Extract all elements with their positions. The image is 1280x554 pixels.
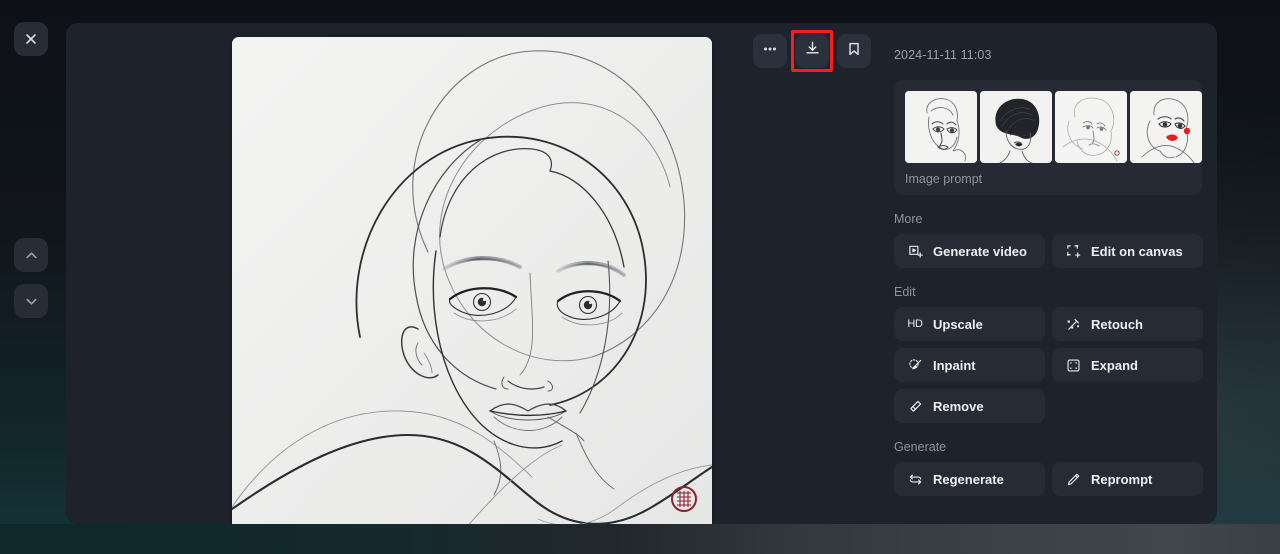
canvas-transform-icon xyxy=(1065,243,1081,259)
app-window: 2024-11-11 11:03 Image prompt More Gener… xyxy=(0,0,1280,554)
generate-action-grid: Regenerate Reprompt xyxy=(894,462,1203,496)
prompt-card-caption: Image prompt xyxy=(905,172,983,186)
prompt-thumbnail-1[interactable] xyxy=(905,91,977,163)
inpaint-label: Inpaint xyxy=(933,357,976,373)
retouch-label: Retouch xyxy=(1091,316,1143,332)
remove-label: Remove xyxy=(933,398,984,414)
generate-video-button[interactable]: Generate video xyxy=(894,234,1045,268)
section-label-edit: Edit xyxy=(894,285,916,299)
image-timestamp: 2024-11-11 11:03 xyxy=(894,48,992,62)
expand-frame-icon xyxy=(1065,357,1081,373)
magic-wand-icon xyxy=(1065,316,1081,332)
download-icon xyxy=(804,40,821,62)
image-viewer-panel: 2024-11-11 11:03 Image prompt More Gener… xyxy=(66,23,1217,524)
close-icon xyxy=(24,32,38,46)
bookmark-button[interactable] xyxy=(837,34,871,68)
reprompt-button[interactable]: Reprompt xyxy=(1052,462,1203,496)
more-action-grid: Generate video Edit on canvas xyxy=(894,234,1203,268)
remove-button[interactable]: Remove xyxy=(894,389,1045,423)
expand-label: Expand xyxy=(1091,357,1138,373)
hd-icon: HD xyxy=(907,318,923,330)
ambient-bottom-strip xyxy=(0,524,1280,554)
retouch-button[interactable]: Retouch xyxy=(1052,307,1203,341)
video-frame-icon xyxy=(907,243,923,259)
ellipsis-icon xyxy=(762,41,778,62)
expand-button[interactable]: Expand xyxy=(1052,348,1203,382)
inpaint-button[interactable]: Inpaint xyxy=(894,348,1045,382)
main-artwork[interactable] xyxy=(232,37,712,524)
next-image-button[interactable] xyxy=(14,284,48,318)
reprompt-label: Reprompt xyxy=(1091,471,1153,487)
refresh-arrows-icon xyxy=(907,471,923,487)
upscale-button[interactable]: HD Upscale xyxy=(894,307,1045,341)
close-viewer-button[interactable] xyxy=(14,22,48,56)
regenerate-label: Regenerate xyxy=(933,471,1004,487)
details-sidebar: 2024-11-11 11:03 Image prompt More Gener… xyxy=(894,23,1217,524)
edit-action-grid: HD Upscale Retouch Inpaint Expand Remove xyxy=(894,307,1203,423)
prompt-thumbnail-row xyxy=(905,91,1202,163)
previous-image-button[interactable] xyxy=(14,238,48,272)
pencil-icon xyxy=(1065,471,1081,487)
edit-on-canvas-label: Edit on canvas xyxy=(1091,243,1183,259)
edit-on-canvas-button[interactable]: Edit on canvas xyxy=(1052,234,1203,268)
viewer-toolbar xyxy=(753,30,871,72)
regenerate-button[interactable]: Regenerate xyxy=(894,462,1045,496)
upscale-label: Upscale xyxy=(933,316,983,332)
chevron-up-icon xyxy=(24,248,39,263)
more-options-button[interactable] xyxy=(753,34,787,68)
prompt-thumbnail-4[interactable] xyxy=(1130,91,1202,163)
image-prompt-card: Image prompt xyxy=(894,80,1202,195)
eraser-icon xyxy=(907,398,923,414)
section-label-generate: Generate xyxy=(894,440,947,454)
download-button[interactable] xyxy=(791,30,833,72)
section-label-more: More xyxy=(894,212,923,226)
paint-brush-icon xyxy=(907,357,923,373)
bookmark-icon xyxy=(846,41,862,62)
generate-video-label: Generate video xyxy=(933,243,1027,259)
chevron-down-icon xyxy=(24,294,39,309)
prompt-thumbnail-2[interactable] xyxy=(980,91,1052,163)
prompt-thumbnail-3[interactable] xyxy=(1055,91,1127,163)
